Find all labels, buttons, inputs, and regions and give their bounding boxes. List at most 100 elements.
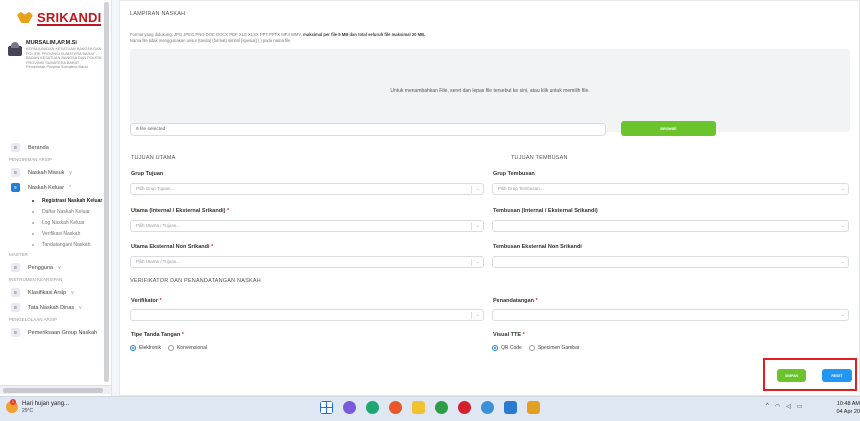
chevron-down-icon: ⌄	[840, 312, 845, 318]
sidebar-subitem[interactable]: Verifikasi Naskah	[0, 228, 111, 239]
battery-icon[interactable]: ▭	[797, 403, 803, 410]
sidebar-subitem[interactable]: Daftar Naskah Keluar	[0, 206, 111, 217]
taskbar-apps	[320, 401, 550, 414]
home-icon: ≡	[11, 143, 20, 152]
radio-elektronik[interactable]: Elektronik	[130, 345, 161, 351]
outbox-icon: ≡	[11, 183, 20, 192]
browse-button[interactable]: BROWSE	[621, 121, 716, 136]
grup-tujuan-label: Grup Tujuan	[131, 171, 164, 177]
volume-icon[interactable]: ◁	[786, 403, 791, 410]
chrome-profile-icon[interactable]	[481, 401, 494, 414]
chevron-down-icon: ⌄	[475, 312, 480, 318]
sidebar-subitem[interactable]: Log Naskah Keluar	[0, 217, 111, 228]
sidebar-item[interactable]: ≡ Naskah Masuk v	[0, 165, 111, 180]
verifikator-select[interactable]: ⌄	[130, 309, 484, 321]
grup-tembusan-select[interactable]: Pilih Grup Tembusan... ⌄	[492, 183, 849, 195]
sidebar: SRIKANDI MURSALIM,AP.M.Si KEPALA BADAN K…	[0, 0, 112, 396]
verifikator-section-title: VERIFIKATOR DAN PENANDATANGAN NASKAH	[130, 278, 261, 284]
wifi-icon[interactable]: ◠	[775, 403, 780, 410]
sidebar-item[interactable]: ≡ Tata Naskah Dinas v	[0, 300, 111, 315]
file-dropzone[interactable]: Untuk menambahkan File, seret dan lepas …	[130, 49, 850, 132]
sidebar-item[interactable]: ≡ Naskah Keluar ^	[0, 180, 111, 195]
weather-widget[interactable]: 1 Hari hujan yang... 29°C	[6, 399, 70, 414]
verifikator-label: Verifikator *	[131, 298, 162, 304]
file-selected-field[interactable]: 6 file selected	[130, 123, 606, 136]
windows-taskbar: 1 Hari hujan yang... 29°C ^ ◠ ◁ ▭ 10:48 …	[0, 396, 860, 421]
sidebar-item-label: Pemeriksaan Group Naskah	[28, 329, 98, 336]
sidebar-horizontal-scrollbar[interactable]	[0, 385, 111, 394]
radio-qr-code[interactable]: QR Code	[492, 345, 522, 351]
firefox-icon[interactable]	[389, 401, 402, 414]
sidebar-item[interactable]: ≡ Beranda	[0, 140, 111, 155]
logo-text: SRIKANDI	[37, 9, 102, 26]
reset-button[interactable]: RESET	[822, 369, 852, 382]
sidebar-item-label: Pengguna	[28, 264, 54, 271]
attachment-section-title: LAMPIRAN NASKAH	[130, 11, 186, 17]
utama-select[interactable]: Pilih Utama / Tujuan... ⌄	[130, 220, 484, 232]
copilot-icon[interactable]	[343, 401, 356, 414]
garuda-icon	[16, 11, 34, 25]
sidebar-item[interactable]: ≡ Pengguna v	[0, 260, 111, 275]
tembusan-eksternal-select[interactable]: ⌄	[492, 256, 849, 268]
sidebar-item-label: Klasifikasi Arsip	[28, 289, 67, 296]
system-clock[interactable]: 10:48 AM 04 Apr 20	[828, 400, 860, 416]
chevron-down-icon: ⌄	[475, 186, 480, 192]
folder-icon: ≡	[11, 288, 20, 297]
penandatangan-label: Penandatangan *	[493, 298, 538, 304]
nav-section-label: MASTER	[9, 252, 28, 257]
logo[interactable]: SRIKANDI	[16, 8, 102, 28]
radio-konvensional[interactable]: Konvensional	[167, 345, 207, 351]
grup-tembusan-label: Grup Tembusan	[493, 171, 535, 177]
grup-tujuan-select[interactable]: Pilih Grup Tujuan... ⌄	[130, 183, 484, 195]
sidebar-item[interactable]: ≡ Klasifikasi Arsip v	[0, 285, 111, 300]
file-explorer-icon[interactable]	[412, 401, 425, 414]
opera-icon[interactable]	[458, 401, 471, 414]
action-buttons-highlight: SIMPAN RESET	[763, 358, 857, 391]
windows-start-icon[interactable]	[320, 401, 333, 414]
chevron-down-icon: v	[69, 169, 72, 176]
chevron-down-icon: v	[58, 264, 61, 271]
tembusan-eksternal-label: Tembusan Eksternal Non Srikandi	[493, 244, 582, 250]
avatar	[8, 42, 22, 56]
chevron-down-icon: ⌄	[475, 259, 480, 265]
system-tray: ^ ◠ ◁ ▭	[766, 403, 808, 410]
sidebar-item-label: Naskah Masuk	[28, 169, 65, 176]
user-title: KEPALA BADAN KESATUAN BANGSA DAN POLITIK…	[26, 47, 102, 65]
weather-text: Hari hujan yang...	[22, 401, 70, 407]
attachment-note: Format yang didukung: JPG JPEG PNG DOC D…	[130, 32, 426, 43]
chevron-down-icon: ⌄	[840, 223, 845, 229]
inbox-icon: ≡	[11, 168, 20, 177]
penandatangan-select[interactable]: ⌄	[492, 309, 849, 321]
sidebar-nav: ≡ Beranda PENGIRIMAN ARSIP ≡ Naskah Masuk v ≡ N…	[0, 140, 111, 340]
sidebar-subitem[interactable]: Registrasi Naskah Keluar	[0, 195, 111, 206]
main-content: LAMPIRAN NASKAH Format yang didukung: JP…	[119, 0, 860, 396]
simpan-button[interactable]: SIMPAN	[777, 369, 806, 382]
weather-icon: 1	[6, 399, 18, 413]
app-window: SRIKANDI MURSALIM,AP.M.Si KEPALA BADAN K…	[0, 0, 860, 396]
sidebar-item[interactable]: ≡ Pemeriksaan Group Naskah	[0, 325, 111, 340]
users-icon: ≡	[11, 263, 20, 272]
radio-specimen-gambar[interactable]: Specimen Gambar	[528, 345, 580, 351]
tipe-tanda-tangan-label: Tipe Tanda Tangan *	[131, 332, 184, 338]
chevron-up-icon[interactable]: ^	[766, 403, 769, 410]
store-icon[interactable]	[504, 401, 517, 414]
sidebar-item-label: Beranda	[28, 144, 49, 151]
tembusan-select[interactable]: ⌄	[492, 220, 849, 232]
chevron-down-icon: ⌄	[475, 223, 480, 229]
archive-icon: ≡	[11, 328, 20, 337]
sidebar-item-label: Naskah Keluar	[28, 184, 65, 191]
sidebar-scrollbar[interactable]	[104, 2, 109, 382]
utama-eksternal-select[interactable]: Pilih Utama / Tujuan... ⌄	[130, 256, 484, 268]
chevron-down-icon: ⌄	[840, 259, 845, 265]
tujuan-tembusan-title: TUJUAN TEMBUSAN	[511, 155, 568, 161]
edge-icon[interactable]	[366, 401, 379, 414]
sidebar-subitem[interactable]: Tandatangani Naskah	[0, 239, 111, 250]
tembusan-label: Tembusan (Internal / Eksternal Srikandi)	[493, 208, 598, 214]
chrome-icon[interactable]	[435, 401, 448, 414]
utama-label: Utama (Internal / Eksternal Srikandi) *	[131, 208, 230, 214]
user-name: MURSALIM,AP.M.Si	[26, 40, 77, 46]
visual-tte-radios: QR Code Specimen Gambar	[492, 345, 587, 351]
chevron-down-icon: ⌄	[840, 186, 845, 192]
app-icon[interactable]	[527, 401, 540, 414]
tipe-tanda-tangan-radios: Elektronik Konvensional	[130, 345, 214, 351]
